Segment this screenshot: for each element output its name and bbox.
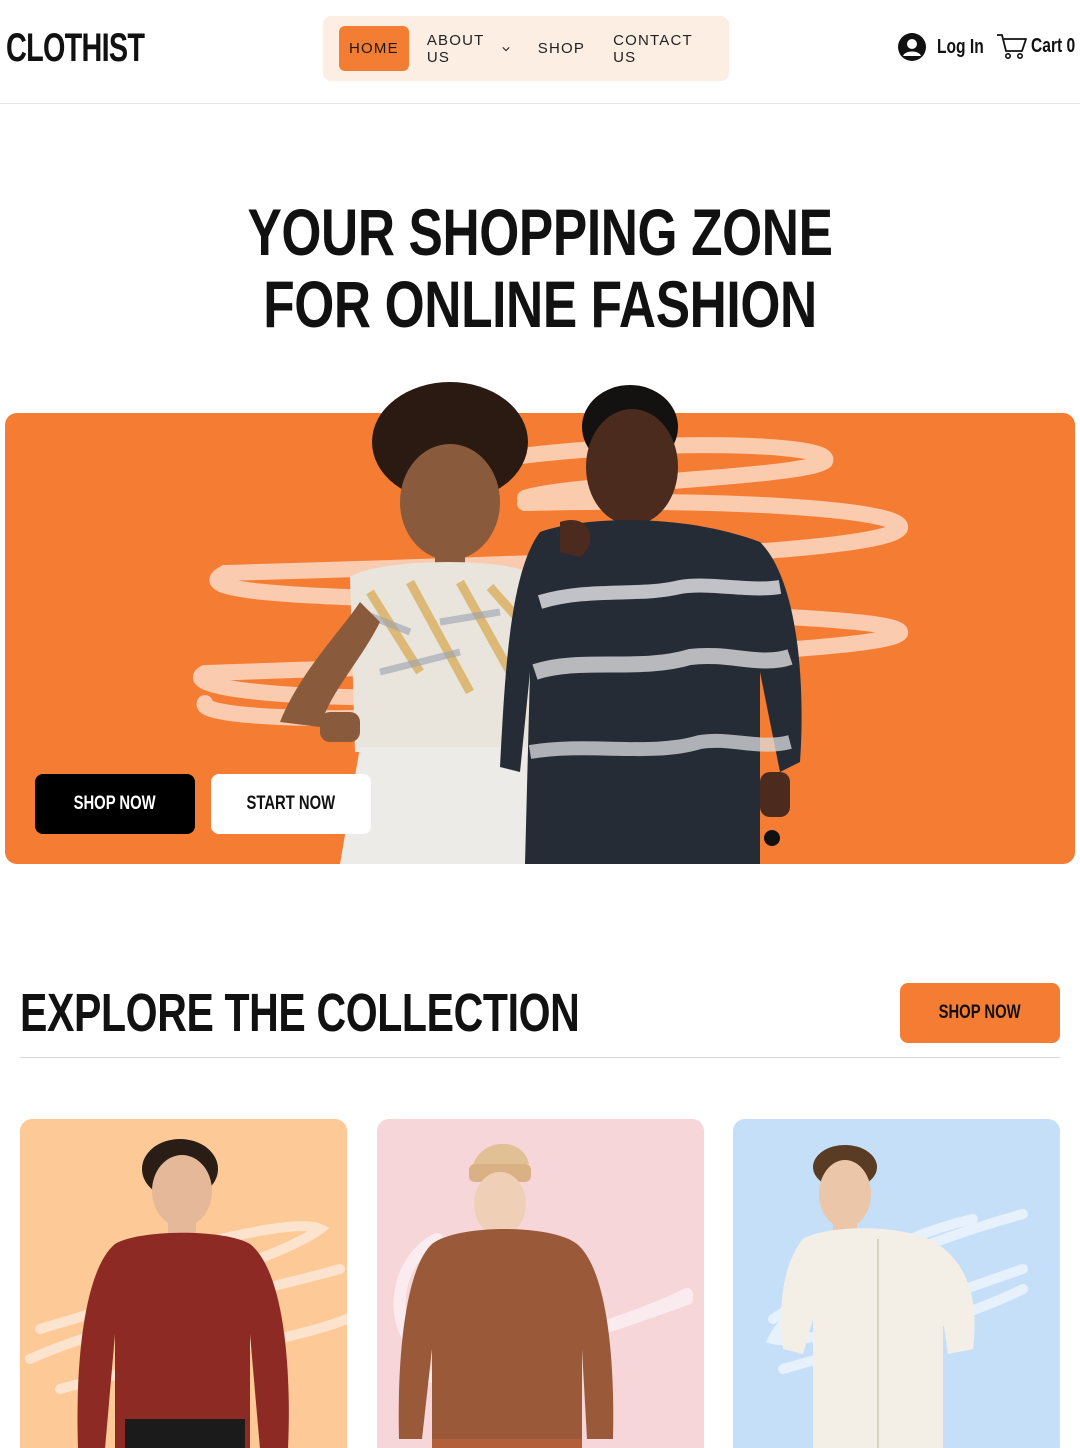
cart-button[interactable]: Cart 0 (996, 32, 1080, 60)
collection-title: EXPLORE THE COLLECTION (20, 983, 580, 1043)
nav-item-contact-label: CONTACT US (613, 31, 693, 66)
nav-item-home[interactable]: HOME (339, 26, 409, 71)
login-label: Log In (937, 35, 984, 58)
collection-shop-now-button[interactable]: SHOP NOW (900, 983, 1060, 1043)
cart-icon (997, 34, 1027, 59)
hero-title: YOUR SHOPPING ZONE FOR ONLINE FASHION (0, 196, 1080, 340)
hero-shop-now-button[interactable]: SHOP NOW (35, 774, 195, 834)
collection-shop-now-label: SHOP NOW (938, 1002, 1022, 1023)
nav-item-about-label: ABOUT US (426, 31, 485, 66)
product-image-maroon-sweatshirt (25, 1139, 347, 1448)
product-image-cream-shirt (765, 1145, 1028, 1448)
collection-card-1[interactable] (20, 1119, 347, 1448)
site-header: CLOTHIST HOME ABOUT US SHOP CONTACT US L… (0, 0, 1080, 104)
main-nav: HOME ABOUT US SHOP CONTACT US (323, 16, 729, 81)
man-figure (500, 385, 802, 864)
nav-item-home-label: HOME (349, 40, 399, 57)
collection-card-2[interactable] (377, 1119, 704, 1448)
nav-item-shop[interactable]: SHOP (538, 40, 585, 57)
cart-text: Cart (1031, 34, 1063, 57)
user-avatar-icon (898, 33, 926, 61)
hero-shop-now-label: SHOP NOW (73, 793, 157, 814)
hero-start-now-label: START NOW (246, 793, 336, 814)
product-image-brown-sweatshirt (393, 1143, 693, 1448)
hero-title-line-1: YOUR SHOPPING ZONE (247, 195, 833, 269)
cart-count: 0 (1066, 34, 1076, 57)
nav-item-shop-label: SHOP (537, 40, 586, 57)
hero-start-now-button[interactable]: START NOW (211, 774, 371, 834)
cart-label: Cart 0 (1031, 35, 1075, 58)
section-divider (20, 1057, 1060, 1058)
nav-item-about-us[interactable]: ABOUT US (427, 32, 510, 66)
collection-card-3[interactable] (733, 1119, 1060, 1448)
nav-item-contact-us[interactable]: CONTACT US (613, 32, 701, 66)
hero-title-line-2: FOR ONLINE FASHION (263, 267, 817, 341)
login-button[interactable]: Log In (897, 32, 997, 62)
logo[interactable]: CLOTHIST (6, 26, 145, 71)
chevron-down-icon (502, 46, 510, 51)
